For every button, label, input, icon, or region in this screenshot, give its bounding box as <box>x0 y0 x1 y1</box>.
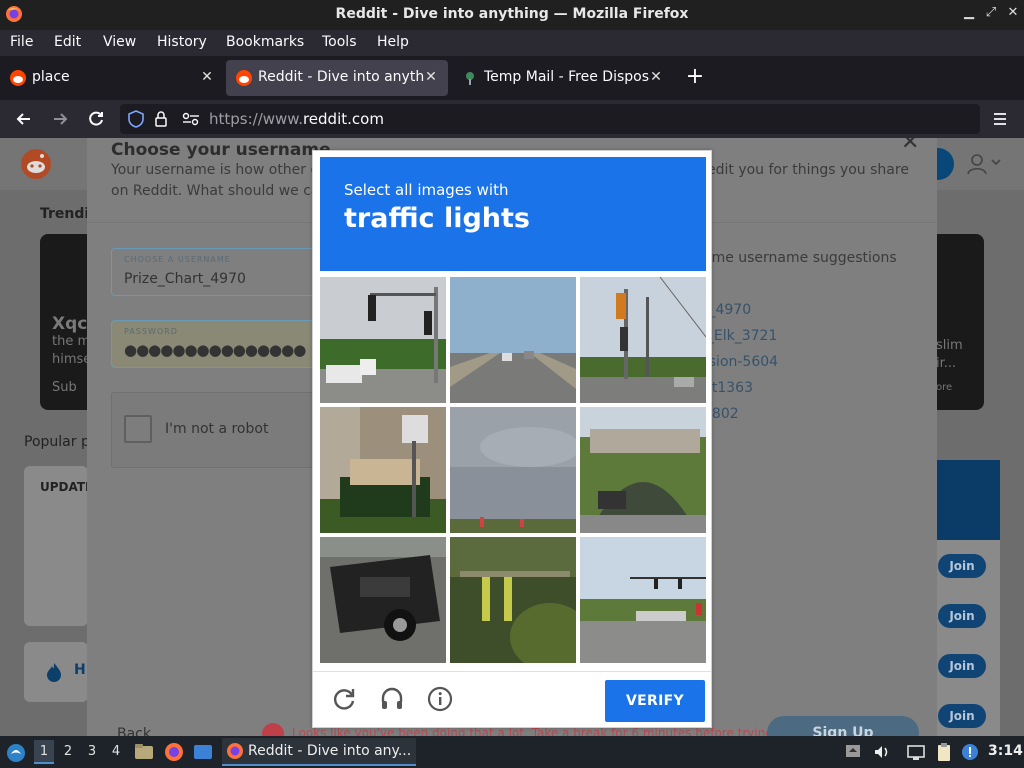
captcha-tile-7[interactable] <box>320 537 446 663</box>
menu-view[interactable]: View <box>103 34 136 50</box>
clipboard-icon[interactable] <box>934 742 954 762</box>
workspace-2[interactable]: 2 <box>58 740 78 764</box>
captcha-tile-2[interactable] <box>450 277 576 403</box>
back-link[interactable]: Back <box>117 726 151 736</box>
recaptcha-challenge: Select all images with traffic lights VE… <box>312 150 712 728</box>
desktop-icon[interactable] <box>193 742 213 762</box>
workspace-1[interactable]: 1 <box>34 740 54 764</box>
join-button[interactable]: Join <box>938 704 986 728</box>
shield-icon[interactable] <box>128 110 144 128</box>
menu-tools[interactable]: Tools <box>322 34 357 50</box>
network-icon[interactable] <box>906 742 926 762</box>
captcha-instruction: Select all images with <box>344 181 509 199</box>
tab-label: place <box>32 69 70 85</box>
workspace-3[interactable]: 3 <box>82 740 102 764</box>
captcha-tile-5[interactable] <box>450 407 576 533</box>
update-panel: UPDATE <box>24 466 93 626</box>
captcha-tile-3[interactable] <box>580 277 706 403</box>
tab-reddit[interactable]: Reddit - Dive into anythin ✕ <box>226 60 448 96</box>
tab-label: Reddit - Dive into anythin <box>258 69 424 85</box>
clock: 3:14 <box>988 743 1023 759</box>
suggestions-title: ome username suggestions <box>703 250 897 266</box>
permissions-icon[interactable] <box>182 112 200 126</box>
maximize-icon[interactable]: ⤢ <box>984 6 998 20</box>
join-button[interactable]: Join <box>938 654 986 678</box>
communities-banner <box>936 460 1000 540</box>
close-window-icon[interactable]: ✕ <box>1006 6 1020 20</box>
window-title: Reddit - Dive into anything — Mozilla Fi… <box>335 6 689 22</box>
menu-history[interactable]: History <box>157 34 207 50</box>
sign-up-button[interactable]: Sign Up <box>767 716 919 736</box>
reload-icon[interactable] <box>86 109 106 129</box>
captcha-header: Select all images with traffic lights <box>320 157 706 271</box>
captcha-tile-1[interactable] <box>320 277 446 403</box>
recaptcha-checkbox[interactable] <box>124 415 152 443</box>
join-button[interactable]: Join <box>938 554 986 578</box>
username-field[interactable]: CHOOSE A USERNAME Prize_Chart_4970 <box>111 248 321 296</box>
close-modal-icon[interactable]: ✕ <box>901 138 919 155</box>
home-item[interactable]: H <box>24 642 88 702</box>
user-menu-icon[interactable] <box>966 152 1002 176</box>
recaptcha-checkbox-widget[interactable]: I'm not a robot <box>111 392 321 468</box>
captcha-tile-8[interactable] <box>450 537 576 663</box>
username-suggestion[interactable]: rsion-5604 <box>703 354 778 370</box>
captcha-target: traffic lights <box>344 203 530 234</box>
communities-panel <box>936 460 1000 736</box>
firefox-icon <box>226 742 244 760</box>
trending-card-right[interactable]: slim ir... ore <box>930 234 984 410</box>
not-robot-label: I'm not a robot <box>165 421 269 437</box>
window-titlebar: Reddit - Dive into anything — Mozilla Fi… <box>0 0 1024 30</box>
taskbar-firefox-window[interactable]: Reddit - Dive into any... <box>222 738 416 766</box>
start-menu-icon[interactable] <box>5 742 25 762</box>
workspace-4[interactable]: 4 <box>106 740 126 764</box>
eject-icon[interactable] <box>844 742 864 762</box>
back-arrow-icon[interactable] <box>14 109 34 129</box>
taskbar-task-title: Reddit - Dive into any... <box>248 743 412 759</box>
taskbar: 1 2 3 4 Reddit - Dive into any... 3:14 <box>0 736 1024 768</box>
modal-title: Choose your username <box>111 140 331 160</box>
url-bar[interactable]: https://www.reddit.com <box>120 104 980 134</box>
volume-icon[interactable] <box>872 742 892 762</box>
tab-place[interactable]: place ✕ <box>0 60 222 96</box>
info-icon[interactable] <box>427 686 453 712</box>
tab-strip: place ✕ Reddit - Dive into anythin ✕ Tem… <box>0 56 1024 100</box>
captcha-tile-9[interactable] <box>580 537 706 663</box>
captcha-tile-6[interactable] <box>580 407 706 533</box>
reload-challenge-icon[interactable] <box>331 686 357 712</box>
new-tab-icon[interactable]: + <box>684 66 706 88</box>
reddit-logo-icon[interactable] <box>20 148 52 180</box>
menu-bar: File Edit View History Bookmarks Tools H… <box>0 30 1024 56</box>
menu-bookmarks[interactable]: Bookmarks <box>226 34 304 50</box>
captcha-footer: VERIFY <box>313 671 711 727</box>
temp-mail-favicon-icon <box>461 69 479 87</box>
tab-label: Temp Mail - Free Disposa <box>484 69 650 85</box>
tab-close-icon[interactable]: ✕ <box>648 69 664 85</box>
lock-icon[interactable] <box>154 110 168 128</box>
notification-icon[interactable] <box>960 742 980 762</box>
firefox-launcher-icon[interactable] <box>164 742 184 762</box>
reddit-favicon-icon <box>235 69 253 87</box>
file-manager-icon[interactable] <box>134 742 154 762</box>
menu-file[interactable]: File <box>10 34 33 50</box>
password-field[interactable]: PASSWORD ●●●●●●●●●●●●●●● <box>111 320 321 368</box>
warning-icon <box>262 723 284 736</box>
forward-arrow-icon[interactable] <box>50 109 70 129</box>
tab-close-icon[interactable]: ✕ <box>423 69 439 85</box>
tab-temp-mail[interactable]: Temp Mail - Free Disposa ✕ <box>452 60 674 96</box>
username-suggestion[interactable]: l_Elk_3721 <box>703 328 777 344</box>
hamburger-menu-icon[interactable] <box>990 109 1010 129</box>
fire-icon <box>46 662 62 682</box>
captcha-tile-4[interactable] <box>320 407 446 533</box>
reddit-favicon-icon <box>9 69 27 87</box>
menu-help[interactable]: Help <box>377 34 409 50</box>
audio-challenge-icon[interactable] <box>379 686 405 712</box>
join-button[interactable]: Join <box>938 604 986 628</box>
url-text: https://www.reddit.com <box>209 110 384 128</box>
menu-edit[interactable]: Edit <box>54 34 81 50</box>
tab-close-icon[interactable]: ✕ <box>199 69 215 85</box>
verify-button[interactable]: VERIFY <box>605 680 705 722</box>
minimize-icon[interactable]: ▁ <box>962 6 976 20</box>
